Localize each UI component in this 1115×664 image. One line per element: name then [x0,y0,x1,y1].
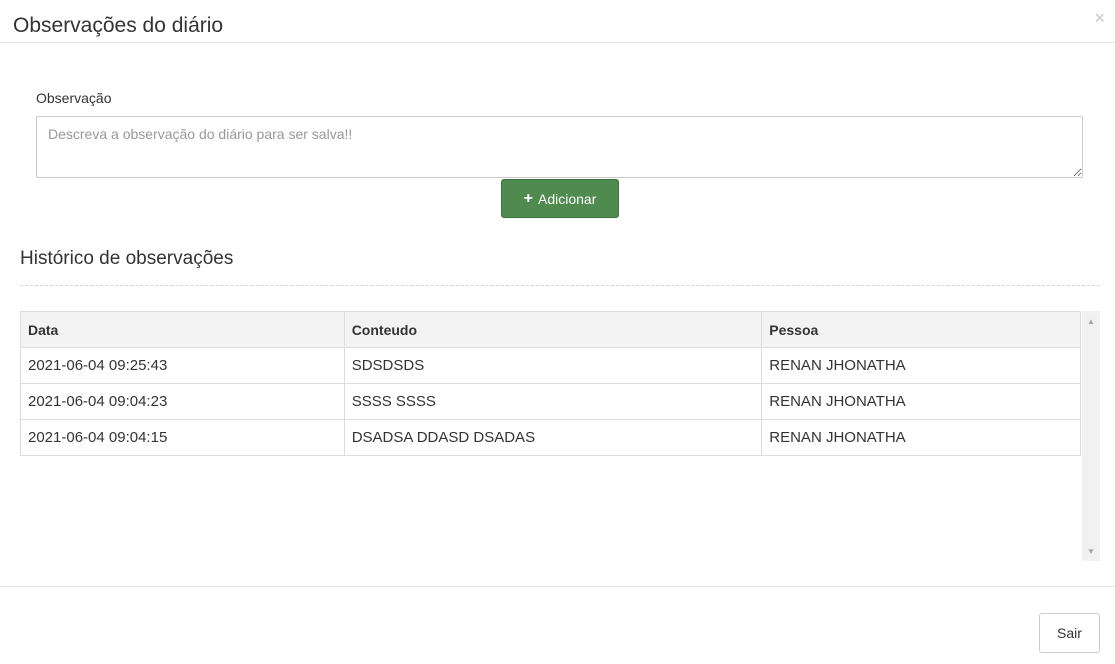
add-button-label: Adicionar [537,190,597,207]
column-header-pessoa: Pessoa [761,311,1081,348]
cell-pessoa: RENAN JHONATHA [761,347,1081,384]
exit-button[interactable]: Sair [1039,613,1100,653]
history-table: Data Conteudo Pessoa 2021-06-04 09:25:43… [20,311,1081,456]
table-row: 2021-06-04 09:04:23 SSSS SSSS RENAN JHON… [20,383,1081,420]
column-header-conteudo: Conteudo [343,311,763,348]
history-table-container[interactable]: Data Conteudo Pessoa 2021-06-04 09:25:43… [20,311,1100,561]
scroll-up-arrow-icon[interactable]: ▲ [1082,313,1100,329]
cell-conteudo: DSADSA DDASD DSADAS [343,419,763,456]
table-row: 2021-06-04 09:25:43 SDSDSDS RENAN JHONAT… [20,347,1081,384]
section-divider [20,285,1100,286]
cell-data: 2021-06-04 09:04:15 [20,419,345,456]
cell-conteudo: SSSS SSSS [343,383,763,420]
plus-icon: + [523,189,533,207]
modal-header: Observações do diário × [0,0,1115,43]
cell-data: 2021-06-04 09:25:43 [20,347,345,384]
cell-pessoa: RENAN JHONATHA [761,419,1081,456]
table-row: 2021-06-04 09:04:15 DSADSA DDASD DSADAS … [20,419,1081,456]
close-icon[interactable]: × [1094,9,1105,27]
column-header-data: Data [20,311,345,348]
table-header-row: Data Conteudo Pessoa [20,311,1081,348]
add-button[interactable]: + Adicionar [501,179,619,218]
observation-textarea[interactable] [36,116,1083,178]
modal-footer: Sair [0,586,1115,664]
table-scrollbar[interactable]: ▲ ▼ [1082,311,1100,561]
modal-title: Observações do diário [13,14,224,37]
scroll-down-arrow-icon[interactable]: ▼ [1082,543,1100,559]
cell-data: 2021-06-04 09:04:23 [20,383,345,420]
cell-conteudo: SDSDSDS [343,347,763,384]
cell-pessoa: RENAN JHONATHA [761,383,1081,420]
observation-label: Observação [36,90,112,106]
history-title: Histórico de observações [20,248,234,269]
